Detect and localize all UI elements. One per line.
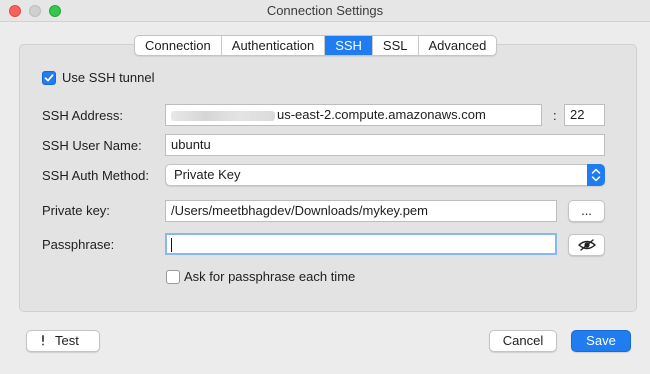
passphrase-label: Passphrase: bbox=[42, 237, 115, 252]
ssh-address-label: SSH Address: bbox=[42, 108, 123, 123]
passphrase-field[interactable] bbox=[165, 233, 557, 255]
use-ssh-tunnel-label: Use SSH tunnel bbox=[62, 70, 155, 85]
ssh-username-value: ubuntu bbox=[171, 137, 211, 152]
ssh-username-field[interactable]: ubuntu bbox=[165, 134, 605, 156]
tab-connection[interactable]: Connection bbox=[135, 36, 222, 55]
window-title: Connection Settings bbox=[266, 3, 384, 18]
ssh-auth-method-select[interactable]: Private Key bbox=[165, 164, 605, 186]
port-separator: : bbox=[553, 108, 557, 123]
private-key-field[interactable]: /Users/meetbhagdev/Downloads/mykey.pem bbox=[165, 200, 557, 222]
ssh-address-value: us-east-2.compute.amazonaws.com bbox=[277, 107, 486, 122]
cancel-button[interactable]: Cancel bbox=[489, 330, 557, 352]
tab-advanced[interactable]: Advanced bbox=[419, 36, 497, 55]
private-key-label: Private key: bbox=[42, 203, 110, 218]
text-cursor bbox=[171, 237, 172, 252]
chevron-up-down-icon bbox=[587, 164, 605, 186]
tab-ssh[interactable]: SSH bbox=[325, 36, 373, 55]
redacted-host-blur bbox=[171, 110, 275, 121]
exclamation-icon bbox=[42, 335, 44, 346]
save-button[interactable]: Save bbox=[571, 330, 631, 352]
eye-slash-icon bbox=[577, 239, 596, 251]
tab-ssl[interactable]: SSL bbox=[373, 36, 419, 55]
ssh-username-label: SSH User Name: bbox=[42, 138, 142, 153]
toggle-passphrase-visibility-button[interactable] bbox=[568, 234, 605, 256]
title-bar: Connection Settings bbox=[0, 0, 650, 22]
ssh-auth-method-label: SSH Auth Method: bbox=[42, 168, 149, 183]
ssh-address-field[interactable]: us-east-2.compute.amazonaws.com bbox=[165, 104, 542, 126]
use-ssh-tunnel-checkbox[interactable] bbox=[42, 71, 56, 85]
ssh-port-value: 22 bbox=[570, 107, 585, 122]
tab-authentication[interactable]: Authentication bbox=[222, 36, 326, 55]
ssh-auth-method-value: Private Key bbox=[174, 167, 241, 182]
browse-private-key-button[interactable]: ... bbox=[568, 200, 605, 222]
ssh-port-field[interactable]: 22 bbox=[564, 104, 605, 126]
test-button-label: Test bbox=[55, 333, 79, 348]
tab-bar: Connection Authentication SSH SSL Advanc… bbox=[134, 35, 498, 56]
checkmark-icon bbox=[44, 74, 54, 82]
ask-passphrase-label: Ask for passphrase each time bbox=[184, 269, 356, 284]
ask-passphrase-checkbox[interactable] bbox=[166, 270, 180, 284]
test-button[interactable]: Test bbox=[26, 330, 100, 352]
private-key-value: /Users/meetbhagdev/Downloads/mykey.pem bbox=[171, 203, 428, 218]
